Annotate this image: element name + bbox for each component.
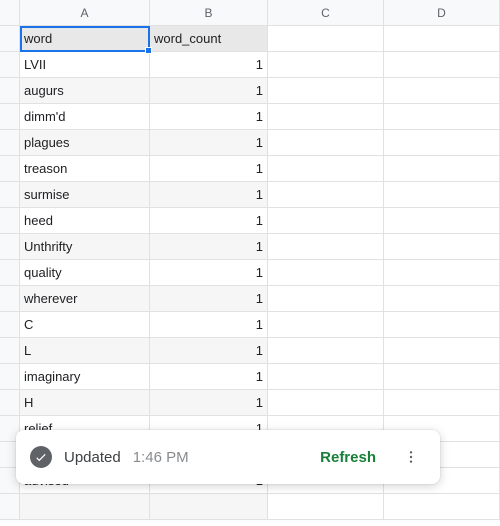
cell-a[interactable]: treason [20,156,150,182]
cell-c[interactable] [268,182,384,208]
cell-d[interactable] [384,286,500,312]
row-number[interactable] [0,78,20,104]
col-header-c[interactable]: C [268,0,384,26]
row-number[interactable] [0,286,20,312]
row-number[interactable] [0,130,20,156]
cell-a[interactable]: H [20,390,150,416]
row-number[interactable] [0,208,20,234]
cell-c[interactable] [268,104,384,130]
toast-time-text: 1:46 PM [133,449,189,466]
col-header-d[interactable]: D [384,0,500,26]
row-number[interactable] [0,260,20,286]
cell-d[interactable] [384,52,500,78]
cell-a[interactable]: LVII [20,52,150,78]
cell-d[interactable] [384,78,500,104]
cell-b[interactable] [150,494,268,520]
cell-d[interactable] [384,260,500,286]
cell-a[interactable]: L [20,338,150,364]
kebab-icon [403,449,419,465]
cell-d[interactable] [384,104,500,130]
cell-c[interactable] [268,494,384,520]
row-number[interactable] [0,338,20,364]
cell-b[interactable]: 1 [150,234,268,260]
cell-b1[interactable]: word_count [150,26,268,52]
cell-d[interactable] [384,364,500,390]
cell-a[interactable]: augurs [20,78,150,104]
cell-d[interactable] [384,312,500,338]
cell-c[interactable] [268,234,384,260]
cell-a[interactable]: surmise [20,182,150,208]
cell-b[interactable]: 1 [150,390,268,416]
cell-d[interactable] [384,182,500,208]
cell-a[interactable]: dimm'd [20,104,150,130]
more-menu-button[interactable] [396,442,426,472]
toast-status-text: Updated [64,449,121,466]
cell-a[interactable]: wherever [20,286,150,312]
refresh-button[interactable]: Refresh [312,443,384,472]
cell-d1[interactable] [384,26,500,52]
cell-c[interactable] [268,156,384,182]
row-number[interactable] [0,390,20,416]
cell-c[interactable] [268,52,384,78]
cell-b[interactable]: 1 [150,130,268,156]
cell-d[interactable] [384,494,500,520]
cell-d[interactable] [384,338,500,364]
col-header-a[interactable]: A [20,0,150,26]
cell-b[interactable]: 1 [150,338,268,364]
cell-c[interactable] [268,208,384,234]
cell-b[interactable]: 1 [150,312,268,338]
cell-a1[interactable]: word [20,26,150,52]
cell-b[interactable]: 1 [150,364,268,390]
row-number[interactable] [0,364,20,390]
status-toast: Updated 1:46 PM Refresh [16,430,440,484]
cell-a[interactable] [20,494,150,520]
cell-c[interactable] [268,312,384,338]
row-number[interactable] [0,52,20,78]
col-header-b[interactable]: B [150,0,268,26]
corner-cell[interactable] [0,0,20,26]
check-icon [30,446,52,468]
row-number[interactable] [0,26,20,52]
cell-d[interactable] [384,156,500,182]
cell-b[interactable]: 1 [150,156,268,182]
cell-c[interactable] [268,130,384,156]
cell-b[interactable]: 1 [150,78,268,104]
cell-b[interactable]: 1 [150,260,268,286]
cell-b[interactable]: 1 [150,104,268,130]
cell-b[interactable]: 1 [150,182,268,208]
row-number[interactable] [0,234,20,260]
cell-b[interactable]: 1 [150,208,268,234]
cell-d[interactable] [384,130,500,156]
row-number[interactable] [0,494,20,520]
cell-a[interactable]: C [20,312,150,338]
row-number[interactable] [0,182,20,208]
cell-a[interactable]: imaginary [20,364,150,390]
cell-c1[interactable] [268,26,384,52]
cell-c[interactable] [268,390,384,416]
row-number[interactable] [0,312,20,338]
cell-d[interactable] [384,390,500,416]
cell-a[interactable]: quality [20,260,150,286]
cell-c[interactable] [268,260,384,286]
cell-b[interactable]: 1 [150,52,268,78]
cell-c[interactable] [268,364,384,390]
cell-c[interactable] [268,78,384,104]
cell-a[interactable]: Unthrifty [20,234,150,260]
cell-d[interactable] [384,208,500,234]
cell-b[interactable]: 1 [150,286,268,312]
row-number[interactable] [0,104,20,130]
cell-c[interactable] [268,338,384,364]
cell-a[interactable]: heed [20,208,150,234]
cell-a[interactable]: plagues [20,130,150,156]
cell-d[interactable] [384,234,500,260]
row-number[interactable] [0,156,20,182]
cell-c[interactable] [268,286,384,312]
